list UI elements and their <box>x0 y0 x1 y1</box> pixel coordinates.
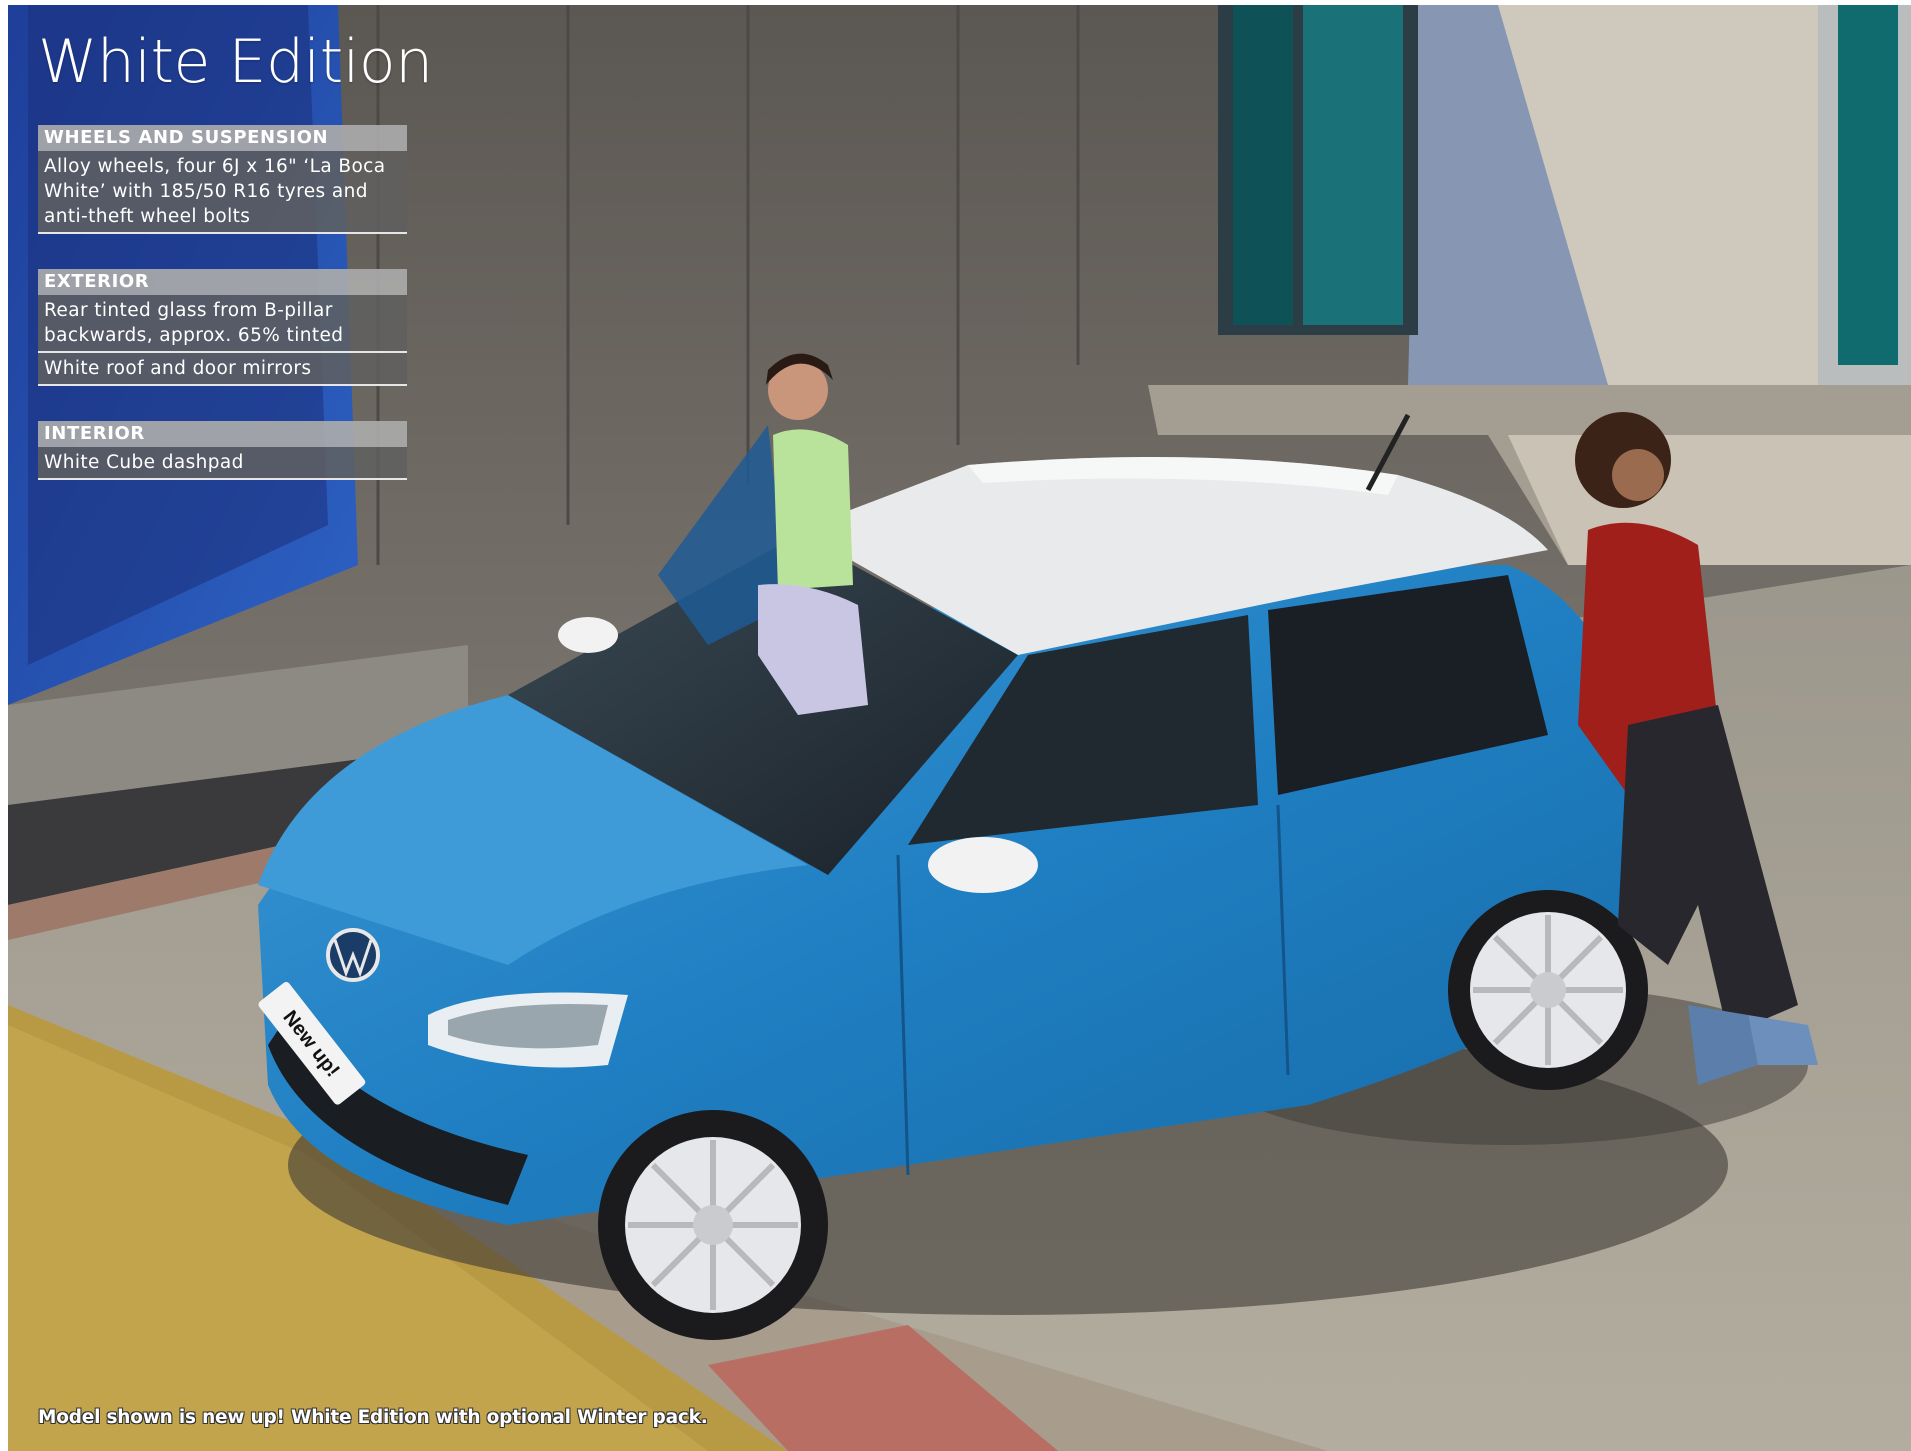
spec-panel-exterior: EXTERIOR Rear tinted glass from B-pillar… <box>38 269 407 386</box>
spec-item: White Cube dashpad <box>38 447 407 480</box>
spec-heading-interior: INTERIOR <box>38 421 407 447</box>
spec-item: White roof and door mirrors <box>38 353 407 386</box>
spec-panel-interior: INTERIOR White Cube dashpad <box>38 421 407 480</box>
brochure-page: New up! White Edition WHEELS AND SUSPENS… <box>0 0 1911 1451</box>
spec-heading-wheels: WHEELS AND SUSPENSION <box>38 125 407 151</box>
photo-caption: Model shown is new up! White Edition wit… <box>38 1407 708 1428</box>
page-title: White Edition <box>38 27 433 97</box>
spec-item: Rear tinted glass from B-pillar backward… <box>38 295 407 353</box>
spec-heading-exterior: EXTERIOR <box>38 269 407 295</box>
spec-panel-wheels: WHEELS AND SUSPENSION Alloy wheels, four… <box>38 125 407 234</box>
spec-item: Alloy wheels, four 6J x 16" ‘La Boca Whi… <box>38 151 407 234</box>
